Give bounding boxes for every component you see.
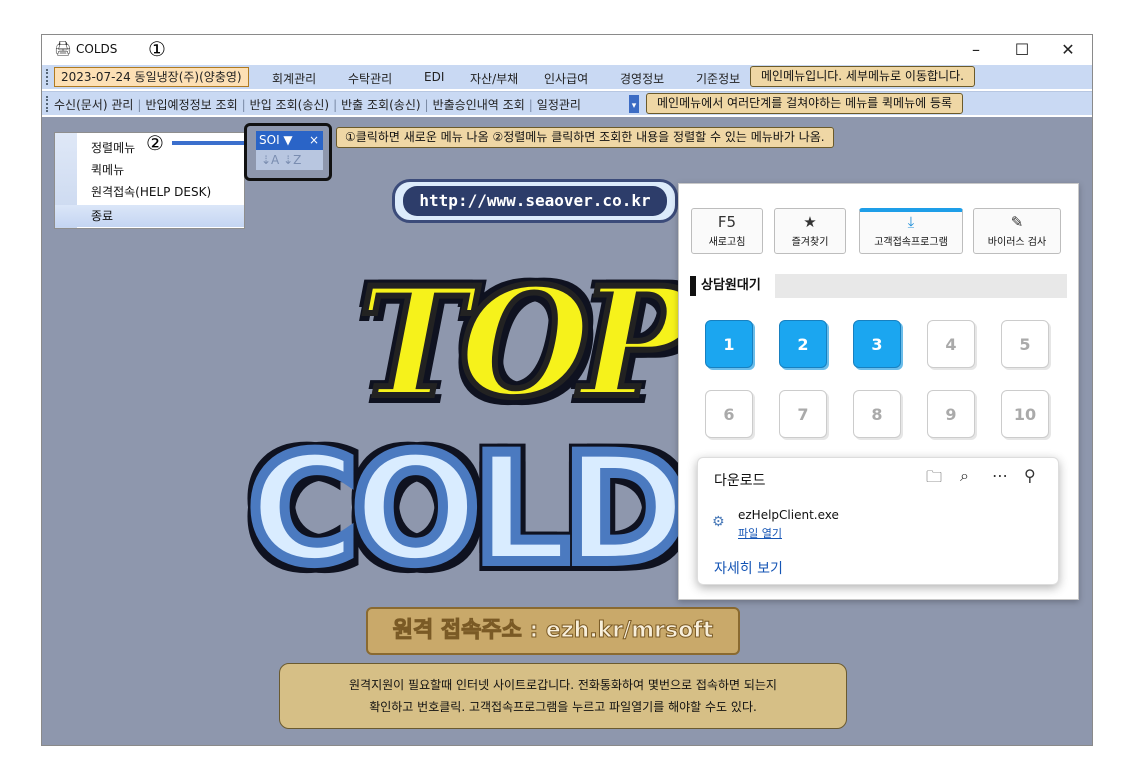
folder-icon[interactable]: 🗀 (926, 466, 942, 493)
remote-address-banner: 원격 접속주소 : ezh.kr/mrsoft (366, 607, 740, 655)
agent-button-5[interactable]: 5 (1001, 320, 1049, 368)
pin-icon[interactable]: ⚲ (1024, 466, 1036, 485)
help-desk-panel: F5 새로고침 ★ 즐겨찾기 ⤓ 고객접속프로그램 ✎ 바이러스 검사 상담원대… (678, 183, 1079, 600)
quickbar-overflow-icon[interactable]: ▾ (629, 95, 639, 113)
agent-button-3[interactable]: 3 (853, 320, 901, 368)
sort-menubar[interactable]: SOI ▼ × (256, 131, 323, 150)
menu-consignment[interactable]: 수탁관리 (348, 70, 392, 87)
bottom-note-line2: 확인하고 번호클릭. 고객접속프로그램을 누르고 파일열기를 해야할 수도 있다… (369, 700, 757, 714)
quickbar-tooltip: 메인메뉴에서 여러단계를 걸쳐야하는 메뉴를 퀵메뉴에 등록 (646, 93, 964, 114)
logo-top: TOP (355, 252, 696, 434)
quick-item-outbound-query[interactable]: 반출 조회(송신) (341, 98, 420, 112)
quick-item-schedule[interactable]: 일정관리 (537, 98, 581, 112)
menu-assets[interactable]: 자산/부채 (470, 70, 518, 87)
agent-button-7[interactable]: 7 (779, 390, 827, 438)
agent-button-6[interactable]: 6 (705, 390, 753, 438)
logo-cold: COLD (243, 418, 693, 602)
menu-base-info[interactable]: 기준정보 (696, 70, 740, 87)
date-company-label: 2023-07-24 동일냉장(주)(양충영) (54, 67, 249, 87)
agent-button-8[interactable]: 8 (853, 390, 901, 438)
menubar-tooltip: 메인메뉴입니다. 세부메뉴로 이동합니다. (750, 66, 975, 87)
annotation-1: ① (148, 37, 166, 61)
sort-field-select[interactable]: SOI ▼ (259, 133, 293, 147)
url-text[interactable]: http://www.seaover.co.kr (403, 186, 667, 216)
quick-menubar: 수신(문서) 관리 | 반입예정정보 조회 | 반입 조회(송신) | 반출 조회(송신) |… (42, 91, 1092, 115)
agent-button-9[interactable]: 9 (927, 390, 975, 438)
sortbar-note: ①클릭하면 새로운 메뉴 나옴 ②정렬메뉴 클릭하면 조회한 내용을 정렬할 수… (336, 127, 834, 148)
ctx-item-remote-help[interactable]: 원격접속(HELP DESK) (91, 183, 211, 200)
ctx-item-quick-menu[interactable]: 퀵메뉴 (91, 161, 124, 178)
download-file-name: ezHelpClient.exe (738, 508, 839, 522)
menu-management-info[interactable]: 경영정보 (620, 70, 664, 87)
agent-button-1[interactable]: 1 (705, 320, 753, 368)
refresh-button[interactable]: F5 새로고침 (691, 208, 763, 254)
ctx-item-exit[interactable]: 종료 (91, 207, 113, 224)
favorites-button[interactable]: ★ 즐겨찾기 (774, 208, 846, 254)
installer-icon: ⚙ (712, 514, 725, 530)
quick-items: 수신(문서) 관리 | 반입예정정보 조회 | 반입 조회(송신) | 반출 조회(송신) |… (54, 98, 581, 112)
app-icon: 🖨 (54, 41, 72, 57)
bottom-note-line1: 원격지원이 필요할때 인터넷 사이트로갑니다. 전화통화하여 몇번으로 접속하면… (349, 678, 777, 692)
see-more-link[interactable]: 자세히 보기 (714, 558, 783, 578)
annotation-2: ② (146, 131, 164, 155)
title-bar: 🖨 COLDS ① – ☐ ✕ (42, 35, 1092, 65)
star-icon: ★ (803, 213, 817, 231)
client-program-button[interactable]: ⤓ 고객접속프로그램 (859, 208, 963, 254)
virus-scan-button[interactable]: ✎ 바이러스 검사 (973, 208, 1061, 254)
app-window: 🖨 COLDS ① – ☐ ✕ 2023-07-24 동일냉장(주)(양충영) … (41, 34, 1093, 746)
wait-status-bar (775, 274, 1067, 298)
refresh-label: 새로고침 (708, 237, 746, 248)
window-title: COLDS (76, 42, 118, 56)
sortbar-close-icon[interactable]: × (309, 131, 319, 149)
download-icon: ⤓ (907, 213, 915, 231)
quickbar-grip[interactable] (46, 96, 49, 112)
more-icon[interactable]: ⋯ (992, 466, 1008, 485)
ctx-item-sort-menu[interactable]: 정렬메뉴 (91, 139, 135, 156)
menu-edi[interactable]: EDI (424, 70, 444, 84)
context-menu-highlight (55, 205, 244, 227)
bottom-note: 원격지원이 필요할때 인터넷 사이트로갑니다. 전화통화하여 몇번으로 접속하면… (279, 663, 847, 729)
sortbar-callout: SOI ▼ × ⇣A ⇣Z (244, 123, 332, 181)
menu-payroll[interactable]: 인사급여 (544, 70, 588, 87)
wait-label: 상담원대기 (701, 278, 761, 293)
quick-item-inbound-query[interactable]: 반입 조회(송신) (250, 98, 329, 112)
wait-marker (690, 276, 696, 296)
downloads-popup: 다운로드 🗀 ⌕ ⋯ ⚲ ⚙ ezHelpClient.exe 파일 열기 자세… (697, 457, 1059, 585)
open-file-link[interactable]: 파일 열기 (738, 525, 782, 541)
menubar-grip[interactable] (46, 69, 49, 85)
quick-item-planned-inbound[interactable]: 반입예정정보 조회 (145, 98, 237, 112)
url-banner: http://www.seaover.co.kr (392, 179, 678, 223)
menu-accounting[interactable]: 회계관리 (272, 70, 316, 87)
sort-direction-icons[interactable]: ⇣A ⇣Z (256, 150, 323, 170)
quick-item-outbound-approval[interactable]: 반출승인내역 조회 (433, 98, 525, 112)
maximize-button[interactable]: ☐ (1002, 39, 1042, 61)
quick-item-receive-docs[interactable]: 수신(문서) 관리 (54, 98, 133, 112)
minimize-button[interactable]: – (956, 39, 996, 61)
client-program-label: 고객접속프로그램 (874, 237, 948, 248)
downloads-title: 다운로드 (714, 473, 766, 489)
close-button[interactable]: ✕ (1048, 39, 1088, 61)
refresh-icon: F5 (717, 213, 737, 231)
agent-button-2[interactable]: 2 (779, 320, 827, 368)
syringe-icon: ✎ (1010, 213, 1024, 231)
favorites-label: 즐겨찾기 (791, 237, 829, 248)
main-menubar: 2023-07-24 동일냉장(주)(양충영) 회계관리 수탁관리 EDI 자산… (42, 65, 1092, 89)
agent-button-4[interactable]: 4 (927, 320, 975, 368)
agent-button-10[interactable]: 10 (1001, 390, 1049, 438)
virus-scan-label: 바이러스 검사 (987, 237, 1047, 248)
search-icon[interactable]: ⌕ (960, 466, 969, 486)
